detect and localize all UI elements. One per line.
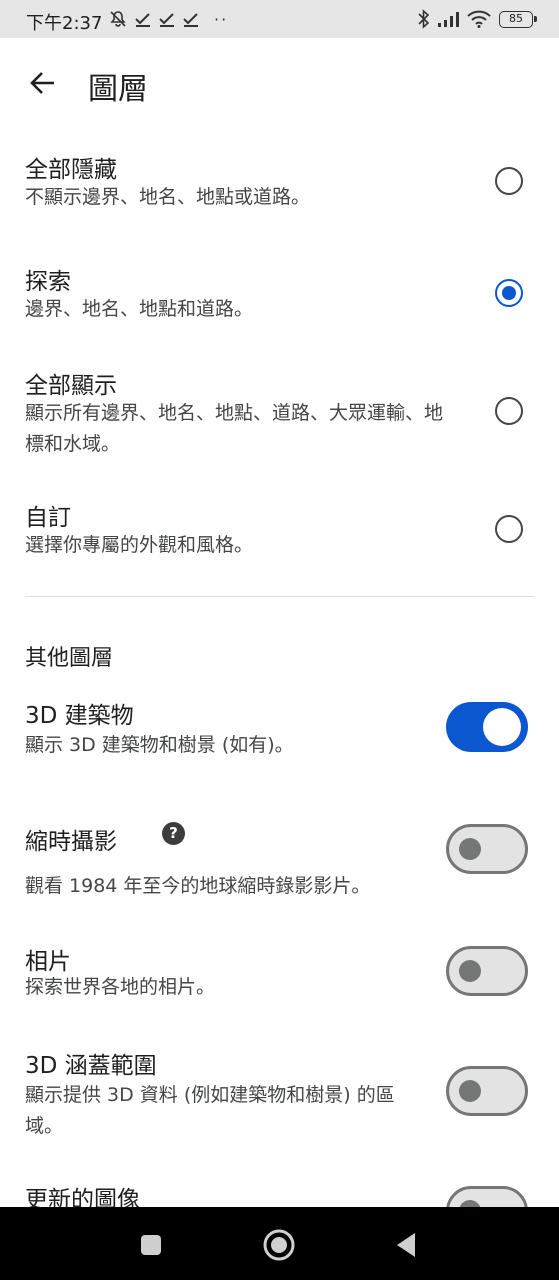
check-icon bbox=[183, 13, 198, 27]
option-title: 全部顯示 bbox=[25, 373, 117, 399]
page-title: 圖層 bbox=[88, 72, 148, 107]
option-title: 探索 bbox=[25, 269, 71, 295]
toggle-3d-coverage[interactable] bbox=[446, 1066, 528, 1116]
option-description: 顯示所有邊界、地名、地點、道路、大眾運輸、地標和水域。 bbox=[25, 402, 444, 455]
layer-row-timelapse[interactable]: 縮時攝影 觀看 1984 年至今的地球縮時錄影影片。 bbox=[0, 810, 559, 910]
toggle-updated-imagery[interactable] bbox=[446, 1186, 528, 1207]
layer-row-updated-imagery[interactable]: 更新的圖像 bbox=[0, 1170, 559, 1207]
recents-square-icon bbox=[141, 1235, 161, 1255]
layer-description: 顯示提供 3D 資料 (例如建築物和樹景) 的區域。 bbox=[25, 1084, 395, 1137]
wifi-icon bbox=[467, 10, 491, 28]
toggle-knob bbox=[459, 838, 481, 860]
section-divider bbox=[25, 596, 534, 597]
layer-title: 3D 涵蓋範圍 bbox=[25, 1053, 157, 1079]
more-dots-icon: ·· bbox=[214, 9, 229, 29]
section-title-other-layers: 其他圖層 bbox=[25, 646, 114, 671]
layer-description: 探索世界各地的相片。 bbox=[25, 976, 216, 998]
back-triangle-icon bbox=[397, 1233, 415, 1257]
layer-title: 3D 建築物 bbox=[25, 703, 134, 729]
layer-title: 更新的圖像 bbox=[25, 1187, 140, 1207]
check-icon bbox=[135, 13, 150, 27]
layer-title: 縮時攝影 bbox=[25, 829, 117, 855]
home-button[interactable] bbox=[259, 1225, 299, 1265]
arrow-back-icon bbox=[30, 72, 54, 94]
option-title: 全部隱藏 bbox=[25, 157, 117, 183]
toggle-knob bbox=[459, 1080, 481, 1102]
option-title: 自訂 bbox=[25, 505, 71, 531]
option-explore[interactable]: 探索 邊界、地名、地點和道路。 bbox=[0, 252, 559, 342]
back-button[interactable] bbox=[22, 62, 64, 104]
bluetooth-icon bbox=[418, 9, 430, 29]
status-system-icons: 85 bbox=[411, 8, 537, 30]
radio-button-show-all[interactable] bbox=[495, 397, 523, 425]
layer-row-photos[interactable]: 相片 探索世界各地的相片。 bbox=[0, 930, 559, 1020]
status-notification-icons: ·· bbox=[108, 8, 228, 30]
toggle-knob bbox=[459, 1200, 481, 1207]
option-description: 選擇你專屬的外觀和風格。 bbox=[25, 534, 254, 556]
radio-button-explore[interactable] bbox=[495, 279, 523, 307]
system-nav-bar bbox=[0, 1207, 559, 1280]
option-description: 邊界、地名、地點和道路。 bbox=[25, 298, 254, 320]
layer-title: 相片 bbox=[25, 949, 71, 975]
option-hide-all[interactable]: 全部隱藏 不顯示邊界、地名、地點或道路。 bbox=[0, 140, 559, 230]
option-description: 不顯示邊界、地名、地點或道路。 bbox=[25, 186, 311, 208]
toggle-timelapse[interactable] bbox=[446, 824, 528, 874]
status-time: 下午2:37 bbox=[26, 13, 103, 34]
radio-button-hide-all[interactable] bbox=[495, 167, 523, 195]
home-circle-icon bbox=[263, 1229, 295, 1261]
radio-button-custom[interactable] bbox=[495, 515, 523, 543]
signal-icon bbox=[438, 12, 459, 27]
toggle-photos[interactable] bbox=[446, 946, 528, 996]
layer-row-3d-coverage[interactable]: 3D 涵蓋範圍 顯示提供 3D 資料 (例如建築物和樹景) 的區域。 bbox=[0, 1036, 559, 1146]
layer-description: 顯示 3D 建築物和樹景 (如有)。 bbox=[25, 734, 294, 756]
toggle-knob bbox=[459, 960, 481, 982]
toggle-knob bbox=[483, 708, 521, 746]
nav-back-button[interactable] bbox=[386, 1225, 426, 1265]
toggle-3d-buildings[interactable] bbox=[446, 702, 528, 752]
recents-button[interactable] bbox=[131, 1225, 171, 1265]
check-icon bbox=[159, 13, 174, 27]
layer-row-3d-buildings[interactable]: 3D 建築物 顯示 3D 建築物和樹景 (如有)。 bbox=[0, 684, 559, 784]
app-header: 圖層 bbox=[0, 38, 559, 128]
option-show-all[interactable]: 全部顯示 顯示所有邊界、地名、地點、道路、大眾運輸、地標和水域。 bbox=[0, 356, 559, 466]
mute-icon bbox=[110, 11, 126, 27]
battery-icon: 85 bbox=[499, 10, 537, 28]
option-custom[interactable]: 自訂 選擇你專屬的外觀和風格。 bbox=[0, 488, 559, 578]
help-icon[interactable]: ? bbox=[162, 822, 185, 845]
status-bar: 下午2:37 ·· 85 bbox=[0, 0, 559, 38]
layer-description: 觀看 1984 年至今的地球縮時錄影影片。 bbox=[25, 875, 371, 897]
